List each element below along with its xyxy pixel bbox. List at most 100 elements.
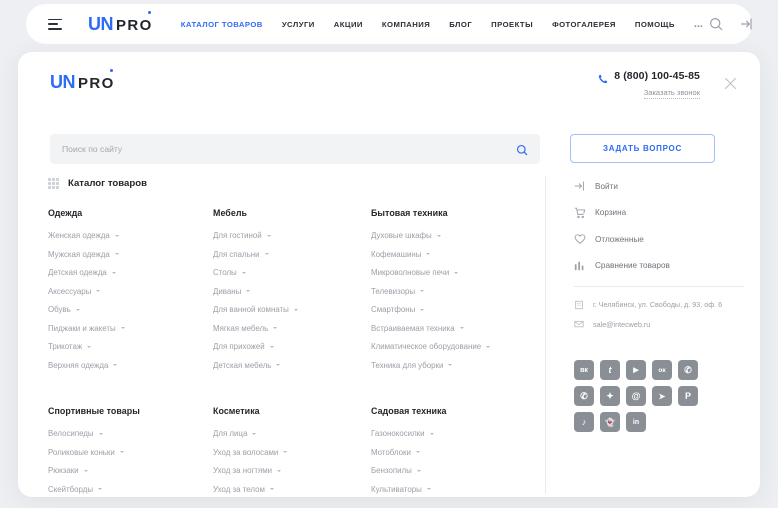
sparkle-icon[interactable]: ✦ xyxy=(600,386,620,406)
sidebar-item-favorites[interactable]: Отложенные xyxy=(574,233,744,245)
list-item[interactable]: Мотоблоки xyxy=(371,448,528,457)
sidebar-item-label: Корзина xyxy=(595,208,627,217)
item-label: Скейтборды xyxy=(48,484,94,494)
list-item[interactable]: Культиваторы xyxy=(371,485,528,494)
nav-item-services[interactable]: УСЛУГИ xyxy=(282,20,315,29)
snapchat-icon[interactable]: 👻 xyxy=(600,412,620,432)
header-icon-group xyxy=(709,17,754,31)
search-icon[interactable] xyxy=(709,17,723,31)
list-item[interactable]: Женская одежда xyxy=(48,231,213,240)
nav-item-blog[interactable]: БЛОГ xyxy=(449,20,472,29)
list-item[interactable]: Обувь xyxy=(48,305,213,314)
sidebar-item-login[interactable]: Войти xyxy=(574,180,744,192)
item-label: Бензопилы xyxy=(371,466,412,475)
login-icon[interactable] xyxy=(740,17,754,31)
site-logo[interactable]: UN PRO xyxy=(88,11,153,33)
list-item[interactable]: Скейтборды xyxy=(48,485,213,494)
item-label: Для спальни xyxy=(213,249,260,259)
list-item[interactable]: Столы xyxy=(213,268,371,277)
list-item[interactable]: Для спальни xyxy=(213,250,371,259)
item-label: Детская одежда xyxy=(48,268,107,277)
ask-question-button[interactable]: ЗАДАТЬ ВОПРОС xyxy=(570,134,715,163)
envelope-icon xyxy=(574,319,584,329)
search-submit-icon[interactable] xyxy=(516,143,528,156)
item-label: Аксессуары xyxy=(48,286,92,296)
list-item[interactable]: Уход за волосами xyxy=(213,448,371,457)
odnoklassniki-icon[interactable]: ок xyxy=(652,360,672,380)
chevron-down-icon xyxy=(75,308,80,311)
list-item[interactable]: Мужская одежда xyxy=(48,250,213,259)
list-item[interactable]: Для ванной комнаты xyxy=(213,305,371,314)
sidebar-item-label: Сравнение товаров xyxy=(595,261,670,270)
nav-item-projects[interactable]: ПРОЕКТЫ xyxy=(491,20,533,29)
list-item[interactable]: Роликовые коньки xyxy=(48,448,213,457)
pinterest-icon[interactable]: P xyxy=(678,386,698,406)
callback-link[interactable]: Заказать звонок xyxy=(643,88,700,99)
list-item[interactable]: Пиджаки и жакеты xyxy=(48,324,213,333)
email-icon[interactable]: @ xyxy=(626,386,646,406)
sidebar-item-label: Отложенные xyxy=(595,234,644,244)
list-item[interactable]: Уход за ногтями xyxy=(213,466,371,475)
list-item[interactable]: Мягкая мебель xyxy=(213,324,371,333)
chevron-down-icon xyxy=(266,234,271,237)
nav-item-promotions[interactable]: АКЦИИ xyxy=(334,20,363,29)
list-item[interactable]: Аксессуары xyxy=(48,287,213,296)
list-item[interactable]: Рюкзаки xyxy=(48,466,213,475)
list-item[interactable]: Бензопилы xyxy=(371,466,528,475)
list-item[interactable]: Микроволновые печи xyxy=(371,268,528,277)
list-item[interactable]: Трикотаж xyxy=(48,342,213,351)
list-item[interactable]: Велосипеды xyxy=(48,429,213,438)
list-item[interactable]: Телевизоры xyxy=(371,287,528,296)
site-search-field[interactable] xyxy=(50,134,540,164)
list-item[interactable]: Уход за телом xyxy=(213,485,371,494)
panel-logo[interactable]: UN PRO xyxy=(50,69,115,91)
list-item[interactable]: Для прихожей xyxy=(213,342,371,351)
vertical-divider xyxy=(545,176,546,494)
sidebar-item-compare[interactable]: Сравнение товаров xyxy=(574,260,744,272)
telegram-icon[interactable]: ➤ xyxy=(652,386,672,406)
chevron-down-icon xyxy=(429,432,434,435)
item-label: Рюкзаки xyxy=(48,466,79,475)
item-label: Мотоблоки xyxy=(371,447,411,457)
list-item[interactable]: Встраиваемая техника xyxy=(371,324,528,333)
nav-item-photogallery[interactable]: ФОТОГАЛЕРЕЯ xyxy=(552,20,616,29)
heart-icon xyxy=(574,233,586,245)
viber-icon[interactable]: ✆ xyxy=(678,360,698,380)
list-item[interactable]: Смартфоны xyxy=(371,305,528,314)
catalog-column-garden: Садовая техника Газонокосилки Мотоблоки … xyxy=(371,406,528,497)
nav-more-button[interactable]: ... xyxy=(694,18,703,30)
nav-item-company[interactable]: КОМПАНИЯ xyxy=(382,20,430,29)
list-item[interactable]: Верхняя одежда xyxy=(48,361,213,370)
list-item[interactable]: Диваны xyxy=(213,287,371,296)
search-input[interactable] xyxy=(62,144,516,154)
list-item[interactable]: Для лица xyxy=(213,429,371,438)
nav-item-help[interactable]: ПОМОЩЬ xyxy=(635,20,675,29)
list-item[interactable]: Климатическое оборудование xyxy=(371,342,528,351)
vk-icon[interactable]: вк xyxy=(574,360,594,380)
whatsapp-icon[interactable]: ✆ xyxy=(574,386,594,406)
chevron-down-icon xyxy=(436,234,441,237)
catalog-column-cosmetics: Косметика Для лица Уход за волосами Уход… xyxy=(213,406,371,497)
close-icon[interactable] xyxy=(723,76,738,91)
list-item[interactable]: Детская мебель xyxy=(213,361,371,370)
list-item[interactable]: Газонокосилки xyxy=(371,429,528,438)
linkedin-icon[interactable]: in xyxy=(626,412,646,432)
list-item[interactable]: Техника для уборки xyxy=(371,361,528,370)
sidebar-item-cart[interactable]: Корзина xyxy=(574,207,744,219)
chevron-down-icon xyxy=(111,271,116,274)
catalog-list: Духовые шкафы Кофемашины Микроволновые п… xyxy=(371,231,528,370)
burger-icon[interactable] xyxy=(48,18,62,30)
nav-item-catalog[interactable]: КАТАЛОГ ТОВАРОВ xyxy=(181,20,263,29)
list-item[interactable]: Детская одежда xyxy=(48,268,213,277)
twitter-icon[interactable]: t xyxy=(600,360,620,380)
catalog-column-appliances: Бытовая техника Духовые шкафы Кофемашины… xyxy=(371,208,528,379)
phone-number[interactable]: 8 (800) 100-45-85 xyxy=(614,70,700,82)
email-row[interactable]: sale@intecweb.ru xyxy=(574,320,744,330)
tiktok-icon[interactable]: ♪ xyxy=(574,412,594,432)
list-item[interactable]: Духовые шкафы xyxy=(371,231,528,240)
item-label: Климатическое оборудование xyxy=(371,342,482,351)
youtube-icon[interactable]: ▶ xyxy=(626,360,646,380)
catalog-list: Для лица Уход за волосами Уход за ногтям… xyxy=(213,429,371,497)
list-item[interactable]: Для гостиной xyxy=(213,231,371,240)
list-item[interactable]: Кофемашины xyxy=(371,250,528,259)
